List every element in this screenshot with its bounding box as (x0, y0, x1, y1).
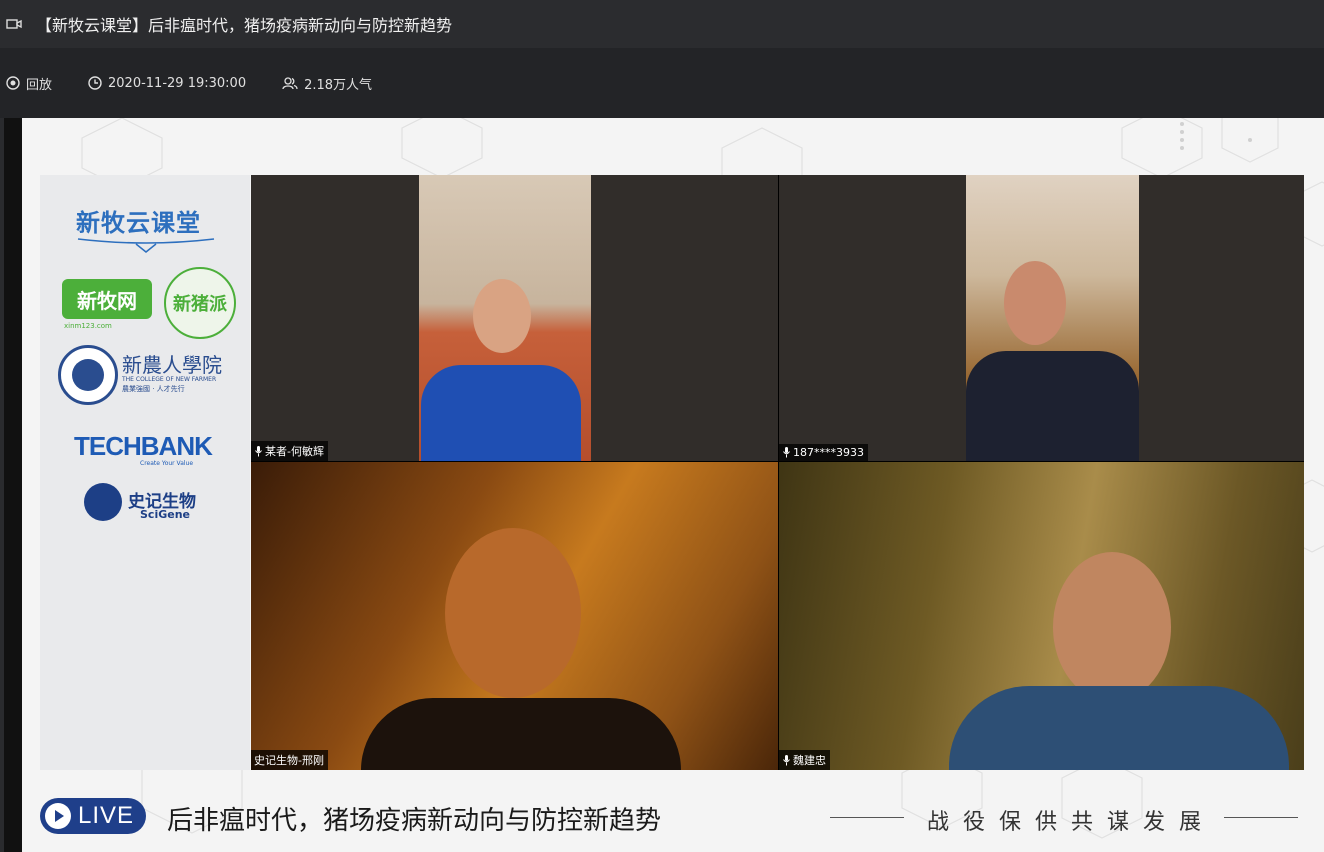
slogan-right-rule (1224, 817, 1298, 818)
participant-name-tag: 魏建忠 (779, 750, 830, 770)
replay-icon (6, 76, 20, 90)
techbank-tagline: Create Your Value (140, 460, 194, 467)
broadcast-time: 2020-11-29 19:30:00 (88, 76, 246, 91)
person-silhouette (361, 522, 681, 770)
participant-name-tag: 史记生物-邢刚 (251, 750, 328, 770)
play-icon (45, 803, 71, 829)
speech-pointer-icon (77, 238, 215, 253)
microphone-icon (783, 754, 790, 765)
xinmu-cloud-classroom-logo: 新牧云课堂 (76, 203, 216, 253)
participant-video-grid: 某者-何敏辉 187****3933 史记生物-邢刚 魏建忠 (251, 175, 1304, 770)
person-silhouette (966, 255, 1139, 461)
broadcast-slide: 新牧云课堂 新牧网 xinm123.com 新猪派 新農人學院 THE COLL… (22, 118, 1324, 852)
person-silhouette (929, 546, 1289, 770)
popularity-text: 2.18万人气 (304, 77, 373, 93)
xinmu-cloud-classroom-text: 新牧云课堂 (76, 209, 201, 237)
participant-name-tag: 187****3933 (779, 444, 868, 461)
participant-name: 史记生物-邢刚 (254, 754, 324, 767)
live-badge: LIVE (40, 798, 146, 834)
datetime-text: 2020-11-29 19:30:00 (108, 75, 247, 91)
participant-name: 魏建忠 (793, 754, 826, 767)
microphone-icon (255, 445, 262, 456)
techbank-logo: TECHBANK (74, 431, 213, 461)
xinmu-net-url: xinm123.com (64, 322, 112, 330)
banner-title: 后非瘟时代，猪场疫病新动向与防控新趋势 (167, 806, 662, 836)
xin-zhu-pai-text: 新猪派 (173, 294, 227, 315)
info-bar: 回放 2020-11-29 19:30:00 2.18万人气 (0, 48, 1324, 118)
users-icon (282, 77, 298, 90)
participant-video-3[interactable]: 史记生物-邢刚 (251, 462, 778, 770)
participant-name-tag: 某者-何敏辉 (251, 441, 328, 461)
new-farmer-college-seal-icon (58, 345, 118, 405)
person-silhouette (421, 275, 581, 461)
participant-video-4[interactable]: 魏建忠 (779, 462, 1304, 770)
xin-zhu-pai-logo: 新猪派 (164, 267, 236, 339)
banner-slogan: 战役保供共谋发展 (927, 810, 1216, 835)
new-farmer-college-english: THE COLLEGE OF NEW FARMER (122, 376, 217, 383)
scigene-english-text: SciGene (140, 508, 190, 521)
sponsor-logos-panel: 新牧云课堂 新牧网 xinm123.com 新猪派 新農人學院 THE COLL… (40, 175, 250, 770)
video-camera-icon (6, 19, 22, 29)
xinmu-net-logo: 新牧网 (62, 279, 152, 319)
participant-name: 187****3933 (793, 446, 864, 459)
live-label: LIVE (78, 802, 135, 829)
popularity-count: 2.18万人气 (282, 74, 372, 93)
broadcast-banner: LIVE 后非瘟时代，猪场疫病新动向与防控新趋势 战役保供共谋发展 (22, 770, 1324, 852)
participant-name: 某者-何敏辉 (265, 445, 324, 458)
xinmu-net-text: 新牧网 (77, 288, 137, 313)
new-farmer-college-motto: 農業強國 · 人才先行 (122, 385, 185, 393)
replay-status: 回放 (6, 74, 52, 93)
slogan-left-rule (830, 817, 904, 818)
video-player[interactable]: 新牧云课堂 新牧网 xinm123.com 新猪派 新農人學院 THE COLL… (4, 118, 1324, 852)
scigene-logo-icon (84, 483, 122, 521)
microphone-icon (783, 447, 790, 458)
replay-label: 回放 (26, 77, 53, 93)
title-bar: 【新牧云课堂】后非瘟时代，猪场疫病新动向与防控新趋势 (0, 0, 1324, 48)
new-farmer-college-text: 新農人學院 (122, 353, 222, 377)
participant-video-2[interactable]: 187****3933 (779, 175, 1304, 461)
window-title: 【新牧云课堂】后非瘟时代，猪场疫病新动向与防控新趋势 (36, 16, 453, 35)
clock-icon (88, 76, 102, 90)
participant-video-1[interactable]: 某者-何敏辉 (251, 175, 778, 461)
